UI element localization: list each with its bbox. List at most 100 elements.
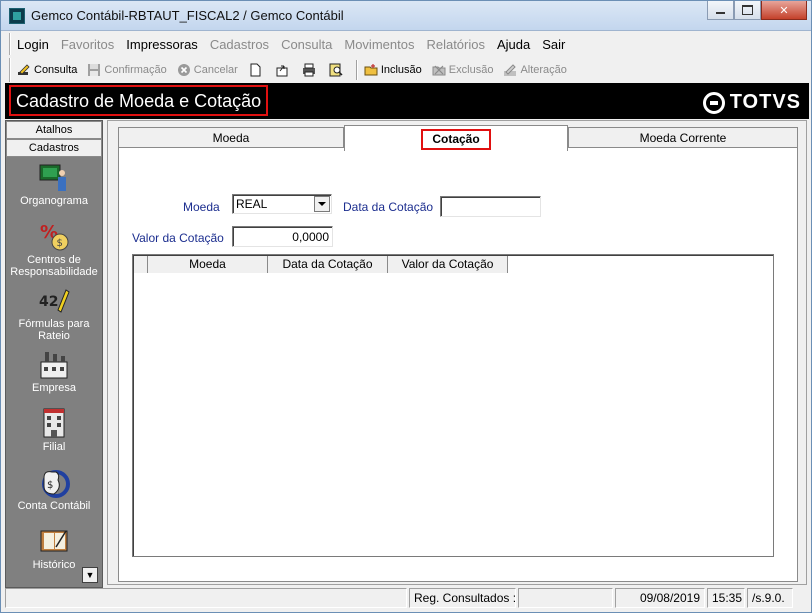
edit-icon [504,64,517,76]
tab-cotacao[interactable]: Cotação [344,125,568,151]
cancelar-button[interactable]: Cancelar [177,63,238,77]
totvs-logo-icon [702,91,725,114]
export-icon [276,65,288,77]
add-folder-icon [364,64,378,76]
sidebar-item-centros[interactable]: % $ Centros de Responsabilidade [6,220,102,282]
sidebar-item-filial[interactable]: Filial [6,407,102,464]
app-window: Gemco Contábil-RBTAUT_FISCAL2 / Gemco Co… [0,0,812,613]
menu-ajuda[interactable]: Ajuda [497,37,530,52]
alteracao-label: Alteração [520,64,567,76]
sidebar-item-formulas[interactable]: 42 Fórmulas para Rateio [6,284,102,346]
moeda-label: Moeda [183,200,220,214]
title-bar: Gemco Contábil-RBTAUT_FISCAL2 / Gemco Co… [1,1,811,31]
money-bag-icon: $ [42,470,70,498]
sidebar-item-label: Empresa [31,382,77,394]
toolbar: Consulta Confirmação Cancelar Inclusão E… [9,58,805,82]
header-banner: Cadastro de Moeda e Cotação TOTVS [5,83,809,119]
formula-pencil-icon: 42 [39,289,70,313]
sidebar-item-conta-contabil[interactable]: $ Conta Contábil [6,466,102,523]
sidebar: Atalhos Cadastros Organograma % $ Centros… [5,120,103,588]
main-content: Moeda Cotação Moeda Corrente Moeda REAL … [107,120,807,585]
delete-icon [432,65,446,76]
exclusao-button[interactable]: Exclusão [432,63,494,77]
chevron-down-icon[interactable] [314,196,330,212]
inclusao-button[interactable]: Inclusão [364,63,422,77]
moeda-select-value: REAL [236,197,268,211]
data-cotacao-label: Data da Cotação [343,200,434,214]
sidebar-item-empresa[interactable]: Empresa [6,348,102,405]
close-button[interactable]: ✕ [761,1,807,20]
page-title: Cadastro de Moeda e Cotação [9,85,269,116]
print-button[interactable] [302,63,319,77]
svg-text:$: $ [47,480,53,491]
building-icon [43,408,65,438]
sidebar-item-label: Conta Contábil [17,500,91,512]
totvs-logo: TOTVS [702,91,801,114]
pencil-icon [18,64,30,75]
consulta-label: Consulta [34,64,78,76]
percent-money-icon: %$ [40,222,69,251]
menu-login[interactable]: Login [17,37,49,52]
grid-header-indicator [134,256,148,273]
sidebar-item-label: Organograma [20,195,88,207]
cotacao-panel: Moeda REAL Data da Cotação Valor da Cota… [118,147,798,582]
app-icon [9,8,25,24]
svg-text:42: 42 [39,294,58,310]
export-button[interactable] [275,63,292,77]
consulta-button[interactable]: Consulta [17,63,77,77]
data-cotacao-field[interactable] [440,196,541,217]
cancelar-label: Cancelar [193,64,238,76]
alteracao-button[interactable]: Alteração [503,63,567,77]
status-version: /s.9.0. [747,588,793,608]
sidebar-tab-cadastros[interactable]: Cadastros [6,139,102,157]
moeda-select[interactable]: REAL [232,194,332,214]
menu-consulta[interactable]: Consulta [281,37,332,52]
status-bar: Reg. Consultados : 0 09/08/2019 15:35 /s… [5,588,809,610]
menu-sair[interactable]: Sair [542,37,565,52]
save-icon [88,64,101,76]
sidebar-item-label: Histórico [32,559,76,571]
factory-icon [40,352,68,379]
cancel-icon [177,64,190,76]
confirmacao-button[interactable]: Confirmação [87,63,167,77]
tab-moeda-corrente[interactable]: Moeda Corrente [568,127,798,149]
printer-icon [302,63,315,77]
menu-cadastros[interactable]: Cadastros [210,37,269,52]
valor-cotacao-label: Valor da Cotação [132,231,224,245]
confirmacao-label: Confirmação [104,64,167,76]
sidebar-item-label: Fórmulas para Rateio [18,318,90,342]
sidebar-scroll-down-button[interactable]: ▼ [82,567,98,583]
sidebar-item-label: Centros de Responsabilidade [10,254,98,278]
maximize-button[interactable] [734,1,761,20]
sidebar-tab-atalhos[interactable]: Atalhos [6,121,102,139]
organogram-icon [39,164,66,191]
tab-moeda[interactable]: Moeda [118,127,344,149]
brand-name: TOTVS [729,91,801,113]
valor-cotacao-field[interactable]: 0,0000 [232,226,333,247]
menu-favoritos[interactable]: Favoritos [61,37,114,52]
tab-cotacao-label: Cotação [421,129,491,150]
chevron-down-icon: ▼ [85,570,95,580]
status-empty [518,588,613,608]
sidebar-item-label: Filial [42,441,66,453]
status-message [5,588,407,608]
menu-movimentos[interactable]: Movimentos [344,37,414,52]
grid-header-data-cotacao[interactable]: Data da Cotação [268,256,388,273]
menu-relatorios[interactable]: Relatórios [426,37,485,52]
grid-header-moeda[interactable]: Moeda [148,256,268,273]
grid-header: Moeda Data da Cotação Valor da Cotação [134,256,508,273]
status-time: 15:35 [707,588,745,608]
book-icon [40,530,68,552]
grid-header-valor-cotacao[interactable]: Valor da Cotação [388,256,508,273]
inclusao-label: Inclusão [380,64,422,76]
exclusao-label: Exclusão [448,64,494,76]
minimize-button[interactable] [707,1,734,20]
menu-impressoras[interactable]: Impressoras [126,37,198,52]
tab-bar: Moeda Cotação Moeda Corrente [118,125,806,151]
cotacao-grid[interactable]: Moeda Data da Cotação Valor da Cotação [132,254,774,557]
preview-button[interactable] [329,63,346,77]
new-document-button[interactable] [248,63,265,77]
magnifier-icon [329,63,343,77]
sidebar-item-organograma[interactable]: Organograma [6,161,102,218]
menu-bar: Login Favoritos Impressoras Cadastros Co… [9,33,805,55]
